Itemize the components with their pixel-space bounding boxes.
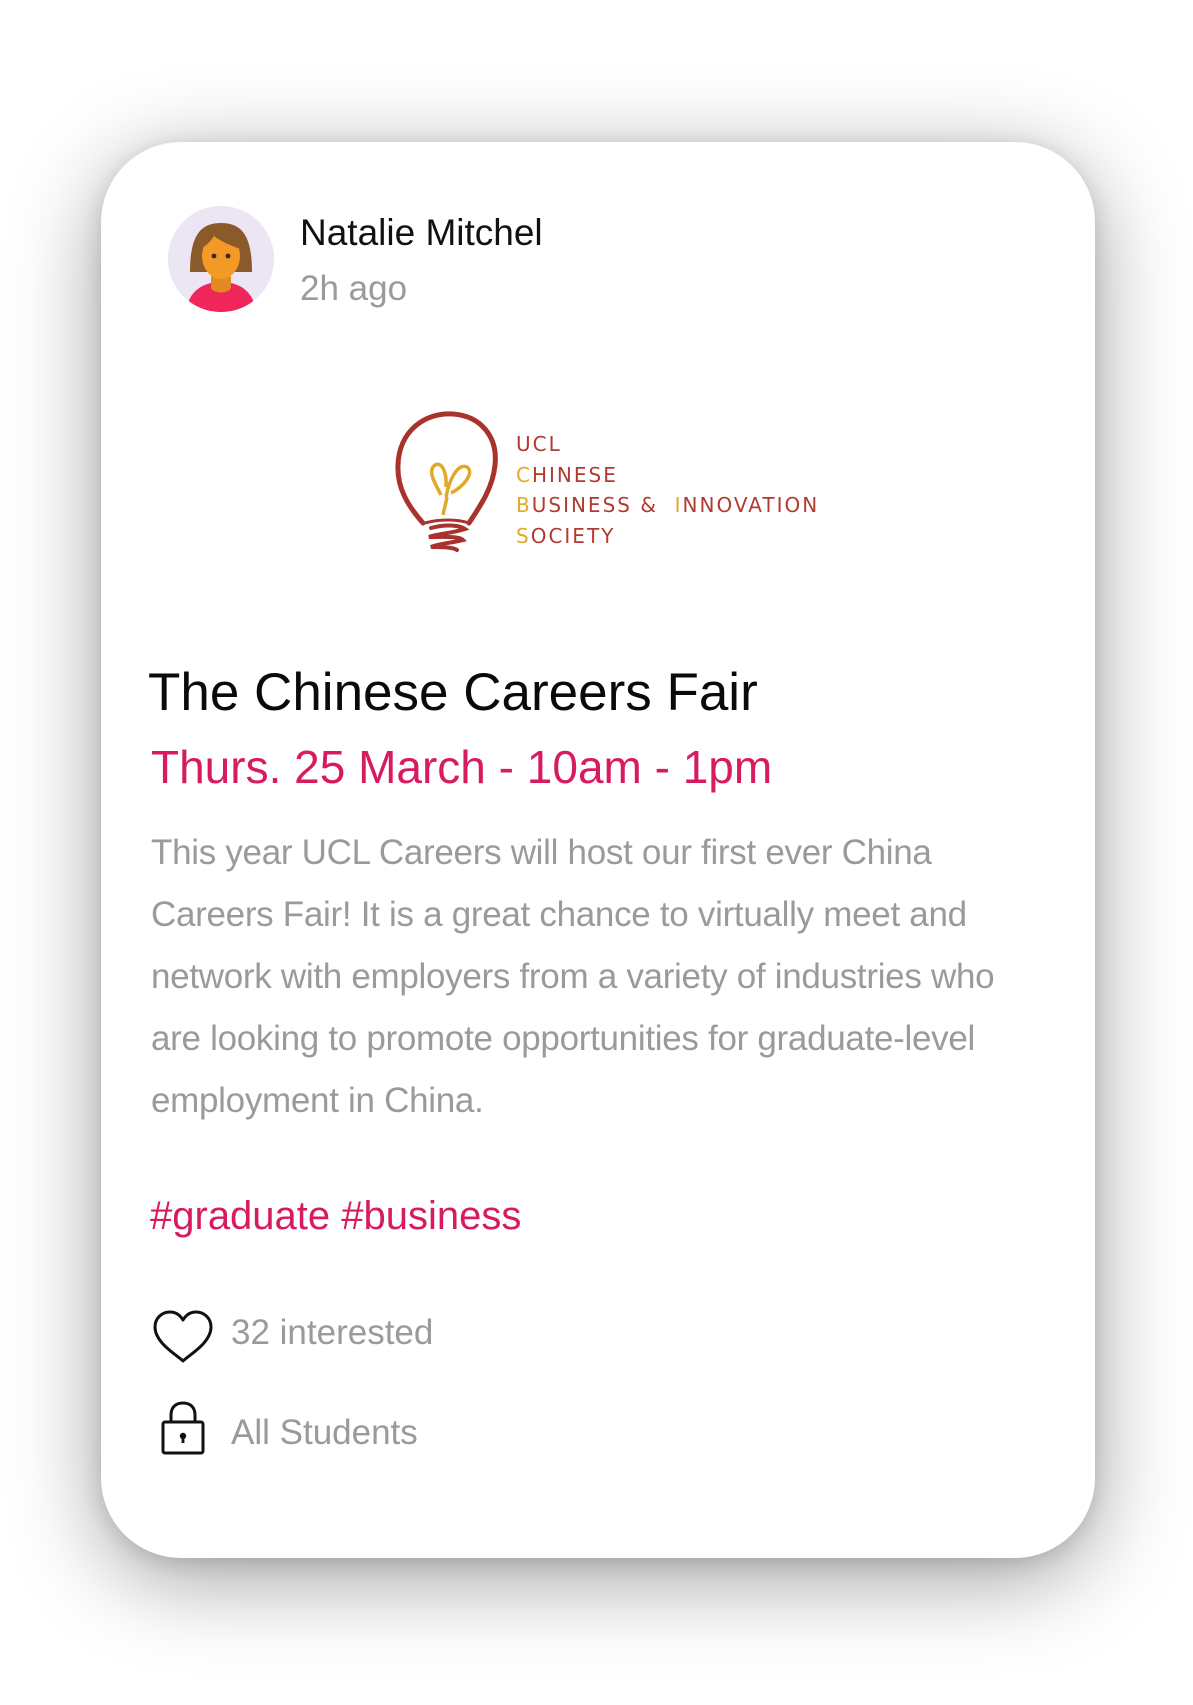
event-description: This year UCL Careers will host our firs…: [151, 833, 995, 1120]
logo-line-2: CHINESE: [516, 462, 618, 487]
logo-line-1: UCL: [516, 432, 562, 456]
logo-line-3: BUSINESS & INNOVATION: [516, 493, 820, 517]
society-logo: UCL CHINESE BUSINESS & INNOVATION SOCIET…: [391, 407, 821, 557]
audience-label: All Students: [231, 1413, 418, 1452]
interested-count: 32 interested: [231, 1313, 434, 1352]
lightbulb-logo-icon: [395, 411, 498, 552]
lock-icon: [161, 1401, 205, 1455]
post-card[interactable]: Natalie Mitchel 2h ago UCL CHINESE BUSIN…: [101, 142, 1095, 1558]
logo-wordmark: UCL CHINESE BUSINESS & INNOVATION SOCIET…: [516, 429, 819, 551]
event-title[interactable]: The Chinese Careers Fair: [148, 662, 758, 723]
heart-icon[interactable]: [151, 1309, 215, 1365]
logo-line-4: SOCIETY: [516, 523, 616, 548]
author-name[interactable]: Natalie Mitchel: [300, 212, 543, 254]
event-date: Thurs. 25 March - 10am - 1pm: [151, 741, 773, 793]
woman-avatar-icon: [168, 206, 274, 312]
author-avatar[interactable]: [168, 206, 274, 312]
post-timestamp: 2h ago: [300, 269, 408, 308]
hashtags[interactable]: #graduate #business: [150, 1194, 521, 1239]
